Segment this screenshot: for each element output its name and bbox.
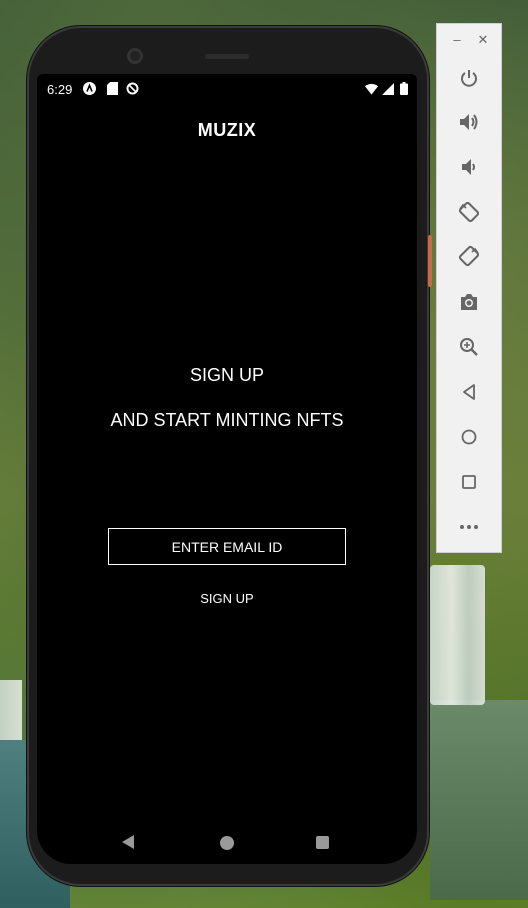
more-icon[interactable] xyxy=(457,515,481,539)
wifi-icon xyxy=(365,82,378,95)
zoom-icon[interactable] xyxy=(457,335,481,359)
volume-down-icon[interactable] xyxy=(457,155,481,179)
status-time: 6:29 xyxy=(47,82,73,97)
data-saver-icon xyxy=(126,82,139,95)
volume-up-icon[interactable] xyxy=(457,110,481,134)
email-input[interactable] xyxy=(108,528,346,565)
minimize-icon[interactable]: – xyxy=(449,32,465,48)
back-icon[interactable] xyxy=(457,380,481,404)
back-icon[interactable] xyxy=(122,835,134,849)
rotate-left-icon[interactable] xyxy=(457,200,481,224)
close-icon[interactable]: ✕ xyxy=(475,32,491,48)
overview-icon[interactable] xyxy=(457,470,481,494)
earpiece-speaker xyxy=(205,54,249,59)
wallpaper-waterfall-left xyxy=(0,680,22,740)
wallpaper-waterfall xyxy=(430,565,485,705)
wallpaper-water-right xyxy=(430,700,528,900)
phone-side-button[interactable] xyxy=(428,235,432,287)
screenshot-icon[interactable] xyxy=(457,290,481,314)
signup-heading: SIGN UP xyxy=(189,365,264,385)
front-camera xyxy=(127,48,143,64)
battery-icon xyxy=(397,82,410,95)
home-icon[interactable] xyxy=(457,425,481,449)
recents-icon[interactable] xyxy=(316,836,329,849)
sign-up-button[interactable]: SIGN UP xyxy=(177,587,277,609)
signal-icon xyxy=(381,82,394,95)
assistant-icon xyxy=(83,82,96,95)
power-icon[interactable] xyxy=(457,66,481,90)
home-icon[interactable] xyxy=(220,836,234,850)
sd-card-icon xyxy=(106,82,119,95)
app-title: MUZIX xyxy=(197,120,257,140)
rotate-right-icon[interactable] xyxy=(457,244,481,268)
status-bar: 6:29 xyxy=(37,74,417,104)
device-screen: 6:29 MUZIX SIGN UP AND START MINTING NFT… xyxy=(37,74,417,864)
signup-subheading: AND START MINTING NFTS xyxy=(110,410,344,430)
emulator-toolbar: – ✕ xyxy=(437,24,501,552)
